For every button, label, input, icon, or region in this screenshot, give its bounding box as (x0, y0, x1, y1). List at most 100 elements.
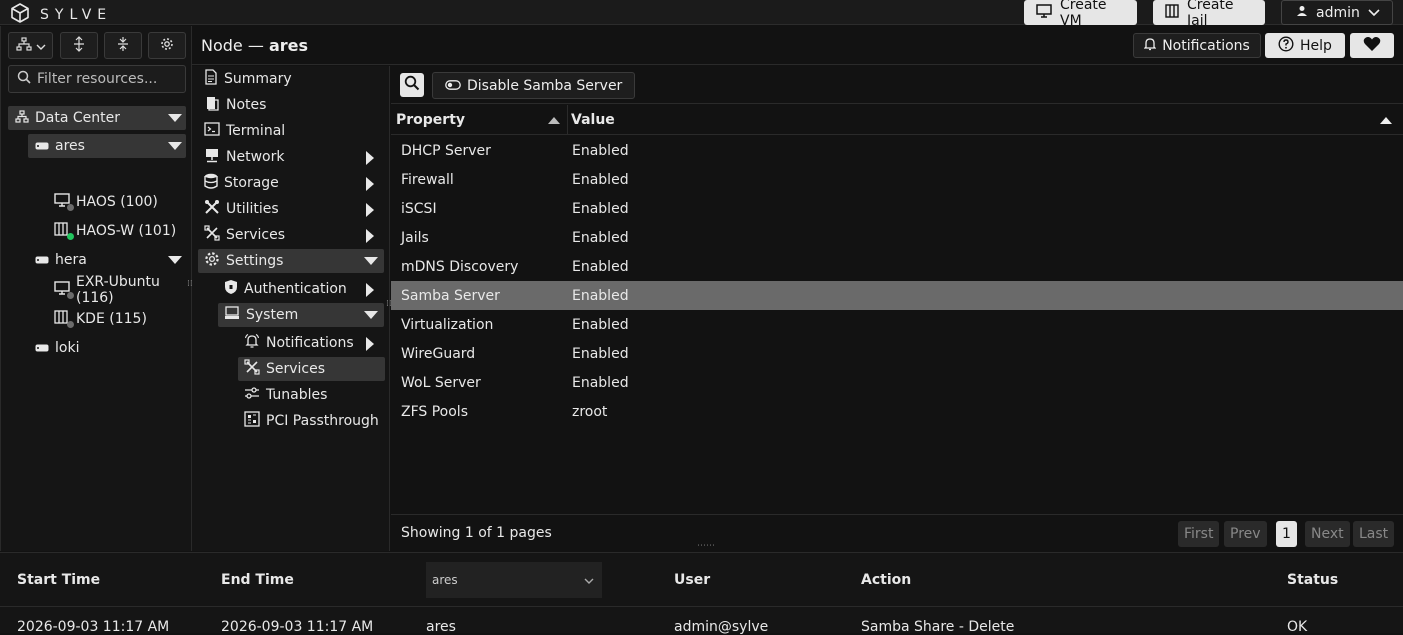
nav-label: Tunables (266, 387, 328, 403)
cell-property: ZFS Pools (401, 403, 468, 420)
table-row[interactable]: mDNS Discovery Enabled (391, 252, 1403, 281)
caret-down-icon[interactable] (168, 256, 182, 264)
prev-page-button[interactable]: Prev (1224, 521, 1267, 547)
nav-network[interactable]: Network (204, 145, 384, 169)
nav-settings[interactable]: Settings (198, 249, 384, 273)
first-page-button[interactable]: First (1178, 521, 1220, 547)
services-toolbar: Disable Samba Server (391, 66, 1403, 104)
caret-down-icon[interactable] (364, 257, 378, 265)
tree-node-loki[interactable]: loki (28, 336, 186, 360)
table-row[interactable]: WoL Server Enabled (391, 368, 1403, 397)
nav-services[interactable]: Services (204, 223, 384, 247)
brand[interactable]: SYLVE (10, 3, 112, 27)
node-filter-select[interactable]: ares (426, 562, 602, 598)
nav-system[interactable]: System (218, 303, 384, 327)
tree-node-hera[interactable]: hera (28, 248, 186, 272)
filter-box[interactable] (8, 65, 186, 93)
bottom-resize-handle[interactable]: ⋯⋯ (697, 542, 715, 551)
terminal-icon (204, 122, 220, 140)
tree-settings-button[interactable] (148, 32, 186, 59)
caret-right-icon[interactable] (366, 283, 374, 297)
table-row[interactable]: ZFS Pools zroot (391, 397, 1403, 426)
help-button[interactable]: Help (1265, 33, 1345, 58)
search-button[interactable] (400, 73, 424, 97)
nav-authentication[interactable]: Authentication (224, 277, 384, 301)
page-1-button[interactable]: 1 (1276, 521, 1297, 547)
caret-right-icon[interactable] (366, 203, 374, 217)
expand-all-button[interactable] (60, 32, 98, 59)
cell-value: Enabled (572, 316, 629, 333)
column-user[interactable]: User (674, 572, 710, 588)
tree-datacenter[interactable]: Data Center (8, 106, 186, 130)
column-end-time[interactable]: End Time (221, 572, 294, 588)
caret-down-icon[interactable] (364, 311, 378, 319)
table-row[interactable]: Jails Enabled (391, 223, 1403, 252)
search-icon (17, 70, 31, 88)
cell-value: Enabled (572, 229, 629, 246)
services-icon (244, 359, 260, 379)
tree-vm-haos[interactable]: HAOS (100) (54, 190, 186, 214)
donate-button[interactable] (1350, 33, 1394, 58)
column-status[interactable]: Status (1287, 572, 1338, 588)
column-action[interactable]: Action (861, 572, 911, 588)
next-page-button[interactable]: Next (1305, 521, 1350, 547)
nav-storage[interactable]: Storage (204, 171, 384, 195)
user-menu-button[interactable]: admin (1281, 0, 1393, 25)
caret-down-icon[interactable] (168, 114, 182, 122)
table-row[interactable]: WireGuard Enabled (391, 339, 1403, 368)
notifications-label: Notifications (1162, 37, 1250, 54)
table-row[interactable]: Firewall Enabled (391, 165, 1403, 194)
filter-resources-input[interactable] (37, 71, 177, 87)
caret-right-icon[interactable] (366, 177, 374, 191)
table-row[interactable]: Virtualization Enabled (391, 310, 1403, 339)
cell-value: Enabled (572, 287, 629, 304)
nav-notes[interactable]: Notes (204, 93, 384, 117)
create-vm-button[interactable]: Create VM (1024, 0, 1137, 29)
tools-icon (204, 199, 220, 219)
disable-samba-button[interactable]: Disable Samba Server (432, 72, 636, 99)
nav-notifications[interactable]: Notifications (244, 331, 384, 355)
disable-label: Disable Samba Server (467, 77, 623, 94)
nav-summary[interactable]: Summary (204, 67, 384, 91)
nav-system-services[interactable]: Services (238, 357, 385, 381)
notifications-button[interactable]: Notifications (1133, 33, 1261, 58)
node-name: ares (268, 36, 308, 55)
chevron-down-icon (1368, 5, 1380, 21)
column-start-time[interactable]: Start Time (17, 572, 100, 588)
cell-property: WoL Server (401, 374, 481, 391)
audit-log-panel: Start Time End Time ares User Action Sta… (0, 552, 1403, 635)
table-row-selected[interactable]: Samba Server Enabled (391, 281, 1403, 310)
caret-right-icon[interactable] (366, 337, 374, 351)
nav-tunables[interactable]: Tunables (244, 383, 384, 407)
caret-down-icon[interactable] (168, 142, 182, 150)
tree-node-ares[interactable]: ares (28, 134, 186, 158)
column-property[interactable]: Property (396, 105, 566, 135)
caret-right-icon[interactable] (366, 151, 374, 165)
last-page-button[interactable]: Last (1353, 521, 1395, 547)
tree-jail-kde[interactable]: KDE (115) (54, 307, 186, 331)
status-dot (67, 204, 74, 211)
table-row[interactable]: iSCSI Enabled (391, 194, 1403, 223)
tree-vm-exr-ubuntu[interactable]: EXR-Ubuntu (116) (54, 274, 186, 306)
divider (0, 606, 1403, 607)
column-label: Property (396, 112, 466, 128)
node-nav: Summary Notes Terminal Network Storage U… (192, 66, 392, 551)
view-mode-button[interactable] (8, 32, 53, 59)
page-title: Node — ares (201, 36, 308, 55)
nav-utilities[interactable]: Utilities (204, 197, 384, 221)
cell-value: zroot (572, 403, 608, 420)
cell-value: Enabled (572, 345, 629, 362)
column-value[interactable]: Value (571, 105, 1401, 135)
table-row[interactable]: DHCP Server Enabled (391, 136, 1403, 165)
cell-value: Enabled (572, 171, 629, 188)
nav-pci-passthrough[interactable]: PCI Passthrough (244, 409, 384, 433)
tree-label: hera (55, 252, 87, 268)
jail-icon (54, 309, 74, 329)
tree-jail-haos-w[interactable]: HAOS-W (101) (54, 219, 186, 243)
caret-right-icon[interactable] (366, 229, 374, 243)
create-jail-label: Create Jail (1187, 0, 1234, 29)
collapse-all-button[interactable] (104, 32, 142, 59)
jail-icon (54, 221, 74, 241)
nav-terminal[interactable]: Terminal (204, 119, 384, 143)
create-jail-button[interactable]: Create Jail (1153, 0, 1265, 29)
